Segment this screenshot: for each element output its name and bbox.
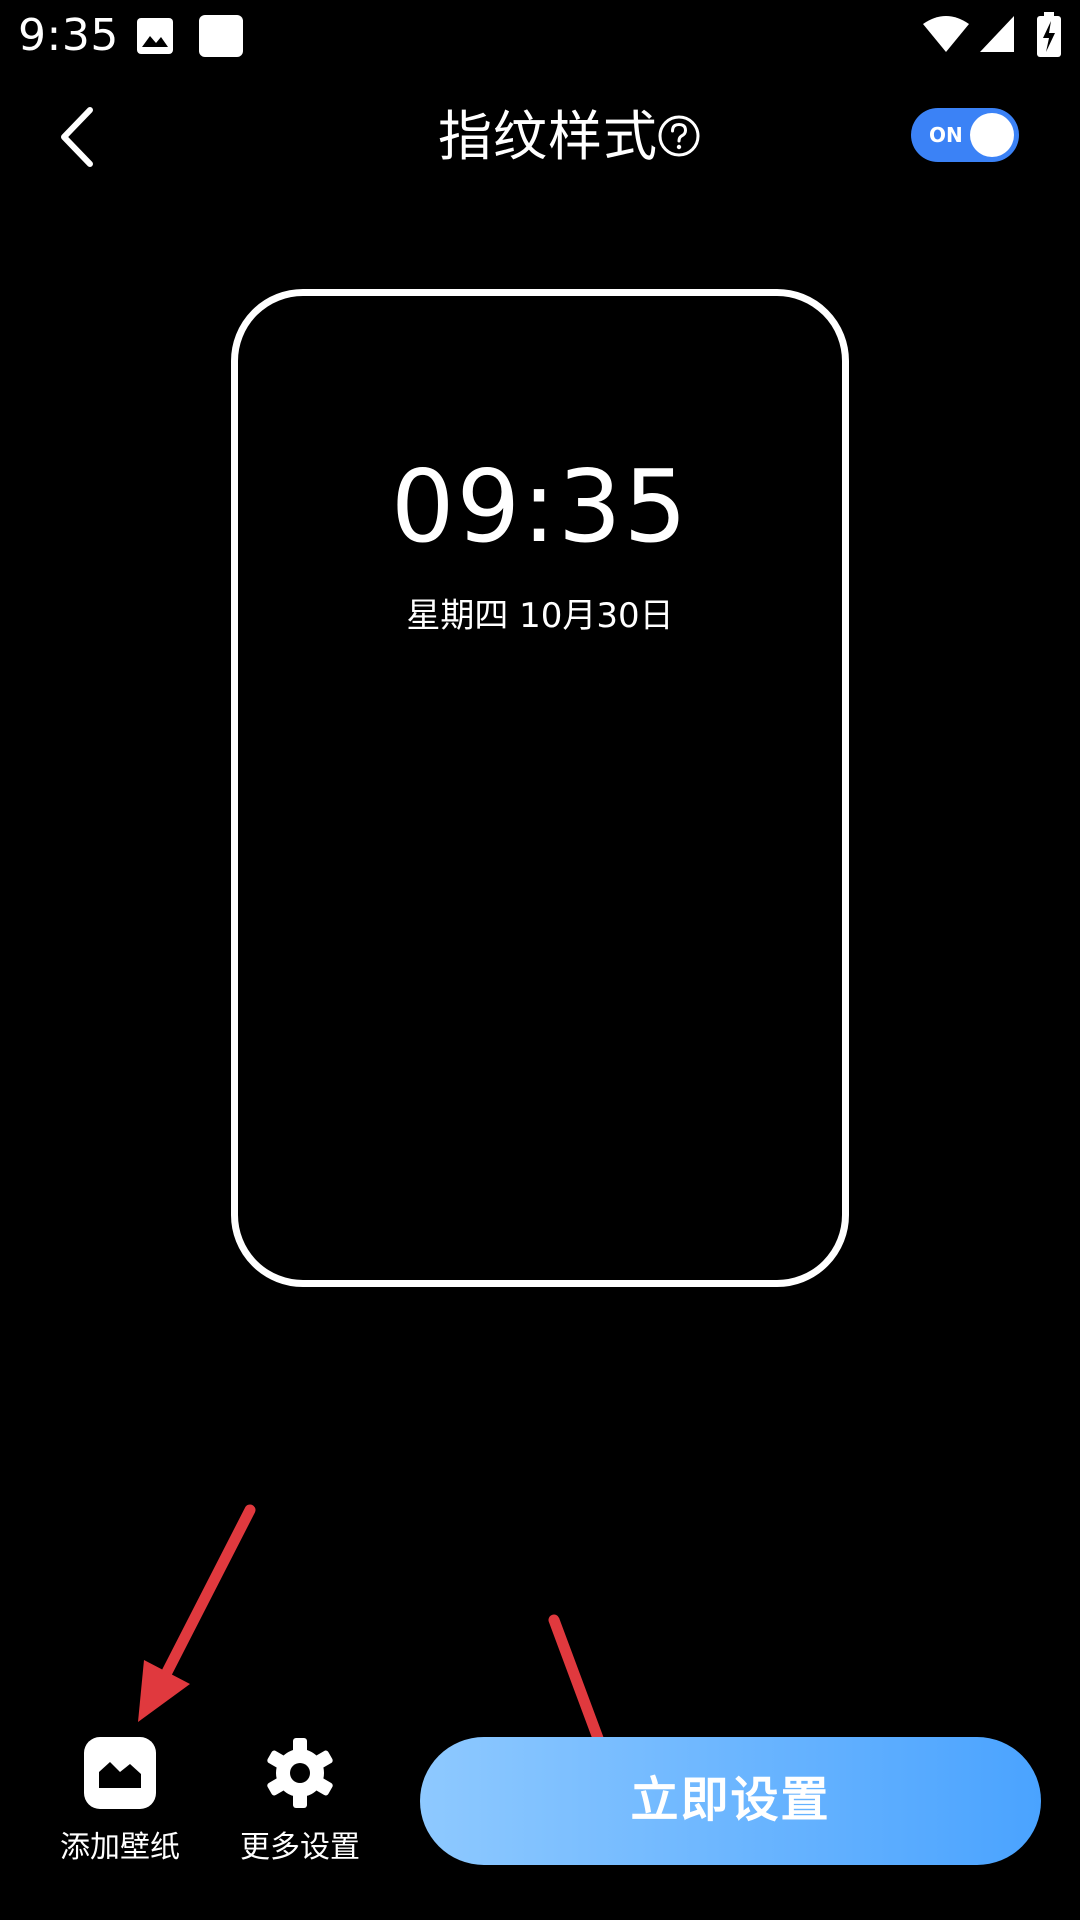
- page-title: 指纹样式: [438, 105, 658, 168]
- toggle-knob: [970, 113, 1014, 157]
- add-wallpaper-button[interactable]: 添加壁纸: [45, 1736, 195, 1868]
- more-settings-button[interactable]: 更多设置: [225, 1736, 375, 1868]
- status-time: 9:35: [18, 10, 119, 61]
- preview-date: 星期四 10月30日: [406, 596, 674, 636]
- apply-now-label: 立即设置: [630, 1774, 831, 1827]
- toggle-label: ON: [929, 123, 963, 147]
- annotation-arrow-left: [138, 1504, 256, 1722]
- lockscreen-preview: 09:35 星期四 10月30日: [231, 289, 849, 1287]
- square-app-icon: [199, 15, 243, 57]
- apply-now-button[interactable]: 立即设置: [420, 1737, 1041, 1865]
- back-button[interactable]: [48, 102, 108, 172]
- feature-toggle[interactable]: ON: [911, 108, 1019, 162]
- wallpaper-icon: [83, 1736, 157, 1810]
- wifi-icon: [923, 16, 969, 52]
- signal-icon: [980, 16, 1014, 52]
- gear-icon: [263, 1736, 337, 1810]
- status-bar: 9:35: [0, 0, 1080, 72]
- add-wallpaper-label: 添加壁纸: [60, 1830, 180, 1865]
- gallery-icon: [137, 18, 173, 54]
- help-icon[interactable]: [657, 114, 701, 158]
- battery-charging-icon: [1037, 12, 1061, 57]
- more-settings-label: 更多设置: [240, 1830, 360, 1865]
- preview-time: 09:35: [390, 448, 690, 565]
- app-bar: 指纹样式 ON: [0, 72, 1080, 202]
